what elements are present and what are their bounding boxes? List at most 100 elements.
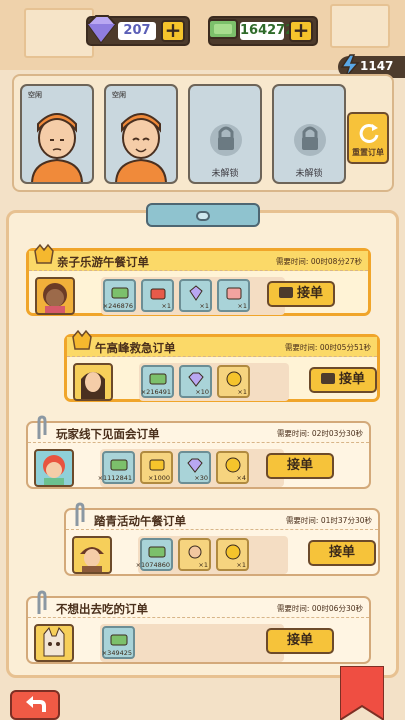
ticket-icon	[149, 459, 165, 471]
reward-items: ×1112841 ×1000 ×30 ×4	[98, 449, 284, 487]
chef-panel: 空闲 空闲 未解锁 未解锁	[12, 74, 394, 192]
customer-avatar	[35, 277, 75, 315]
coin-icon	[225, 457, 241, 473]
order-card: 玩家线下见面会订单 需要时间: 02时03分30秒 ×1112841 ×1000…	[26, 415, 371, 489]
order-card: 踏青活动午餐订单 需要时间: 01时37分30秒 ×1074860 ×1 ×1 …	[64, 502, 380, 576]
chef-avatar	[31, 113, 83, 182]
chef-avatar	[115, 113, 167, 182]
add-cash-button[interactable]: +	[289, 20, 313, 42]
back-arrow-icon	[26, 696, 46, 712]
reward-items: ×216491 ×10 ×1	[139, 363, 289, 401]
order-title: 午高峰救急订单	[95, 341, 176, 355]
order-title: 踏青活动午餐订单	[94, 514, 186, 528]
reward-item: ×4	[216, 451, 249, 484]
reward-items: ×349425	[100, 624, 284, 662]
customer-face	[43, 283, 67, 313]
background-window	[330, 4, 390, 48]
order-title: 玩家线下见面会订单	[56, 427, 160, 441]
order-card: 不想出去吃的订单 需要时间: 00时06分30秒 ×349425 接单	[26, 590, 371, 664]
order-time: 需要时间: 00时05分51秒	[284, 343, 371, 352]
cash-counter: 1642728 +	[208, 16, 318, 46]
reward-item: ×1	[217, 365, 250, 398]
cash-icon	[110, 634, 128, 646]
customer-avatar	[72, 536, 112, 574]
customer-avatar	[34, 624, 74, 662]
diamond-bag-icon	[189, 285, 203, 301]
reward-items: ×246876 ×1 ×1 ×1	[101, 277, 285, 315]
reward-item: ×1	[179, 279, 212, 312]
coin-icon	[225, 544, 241, 560]
chef-slot-2[interactable]: 空闲	[104, 84, 178, 184]
accept-order-button[interactable]: 接单	[266, 628, 334, 654]
energy-value: 1147	[360, 59, 394, 73]
customer-face	[80, 547, 104, 572]
reset-orders-label: 重置订单	[352, 148, 384, 157]
diamond-icon	[188, 372, 204, 387]
bookmark-ribbon-icon[interactable]	[340, 666, 384, 720]
order-title: 亲子乐游午餐订单	[57, 255, 149, 269]
reward-item: ×216491	[141, 365, 174, 398]
crown-icon	[34, 243, 54, 264]
refresh-icon	[359, 123, 379, 143]
chef-slot-1[interactable]: 空闲	[20, 84, 94, 184]
gem-value: 207	[118, 22, 156, 40]
cash-icon	[149, 373, 167, 385]
reward-item: ×1	[217, 279, 250, 312]
reward-item: ×1	[216, 538, 249, 571]
lock-icon	[294, 124, 326, 156]
crown-icon	[72, 329, 92, 350]
reset-orders-button[interactable]: 重置订单	[347, 112, 389, 164]
accept-order-button[interactable]: 接单	[266, 453, 334, 479]
reward-item: ×1112841	[98, 451, 135, 484]
order-card: 午高峰救急订单 需要时间: 00时05分51秒 ×216491 ×10 ×1 接…	[64, 329, 380, 402]
order-title: 不想出去吃的订单	[56, 602, 148, 616]
order-time: 需要时间: 01时37分30秒	[285, 516, 372, 525]
reward-item: ×349425	[102, 626, 135, 659]
chef-slot-4-locked[interactable]: 未解锁	[272, 84, 346, 184]
board-clip	[146, 203, 260, 227]
reward-item: ×1	[178, 538, 211, 571]
customer-avatar	[73, 363, 113, 401]
clip-hole	[196, 211, 210, 221]
food-box-icon	[226, 287, 242, 300]
paperclip-icon	[37, 415, 47, 439]
back-button[interactable]	[10, 690, 60, 720]
gem-counter: 207 +	[86, 15, 190, 46]
diamond-icon	[86, 15, 117, 44]
reward-item: ×30	[178, 451, 211, 484]
lock-icon	[210, 124, 242, 156]
reward-items: ×1074860 ×1 ×1	[136, 536, 288, 574]
chef-slot-3-locked[interactable]: 未解锁	[188, 84, 262, 184]
locked-label: 未解锁	[211, 169, 239, 179]
accept-order-button[interactable]: 接单	[309, 367, 377, 393]
customer-face	[43, 455, 65, 485]
cash-icon	[148, 546, 166, 558]
video-icon	[320, 373, 335, 384]
coin-icon	[226, 371, 242, 387]
reward-item: ×1	[141, 279, 174, 312]
chef-status-label: 空闲	[28, 91, 42, 99]
paperclip-icon	[37, 590, 47, 614]
paperclip-icon	[75, 502, 85, 526]
cash-icon	[111, 287, 129, 299]
add-gems-button[interactable]: +	[161, 20, 185, 42]
cash-value: 1642728	[240, 22, 304, 40]
video-icon	[278, 287, 293, 298]
order-time: 需要时间: 02时03分30秒	[276, 429, 363, 438]
cash-icon	[208, 19, 238, 39]
reward-item: ×10	[179, 365, 212, 398]
reward-item: ×1074860	[136, 538, 173, 571]
customer-face	[43, 627, 65, 657]
chef-status-label: 空闲	[112, 91, 126, 99]
order-time: 需要时间: 00时06分30秒	[276, 604, 363, 613]
meal-icon	[150, 288, 166, 300]
cash-icon	[110, 459, 128, 471]
diamond-icon	[187, 458, 203, 473]
accept-order-button[interactable]: 接单	[308, 540, 376, 566]
reward-item: ×1000	[140, 451, 173, 484]
accept-order-button[interactable]: 接单	[267, 281, 335, 307]
locked-label: 未解锁	[295, 169, 323, 179]
customer-avatar	[34, 449, 74, 487]
customer-face	[81, 372, 105, 399]
order-time: 需要时间: 00时08分27秒	[275, 257, 362, 266]
